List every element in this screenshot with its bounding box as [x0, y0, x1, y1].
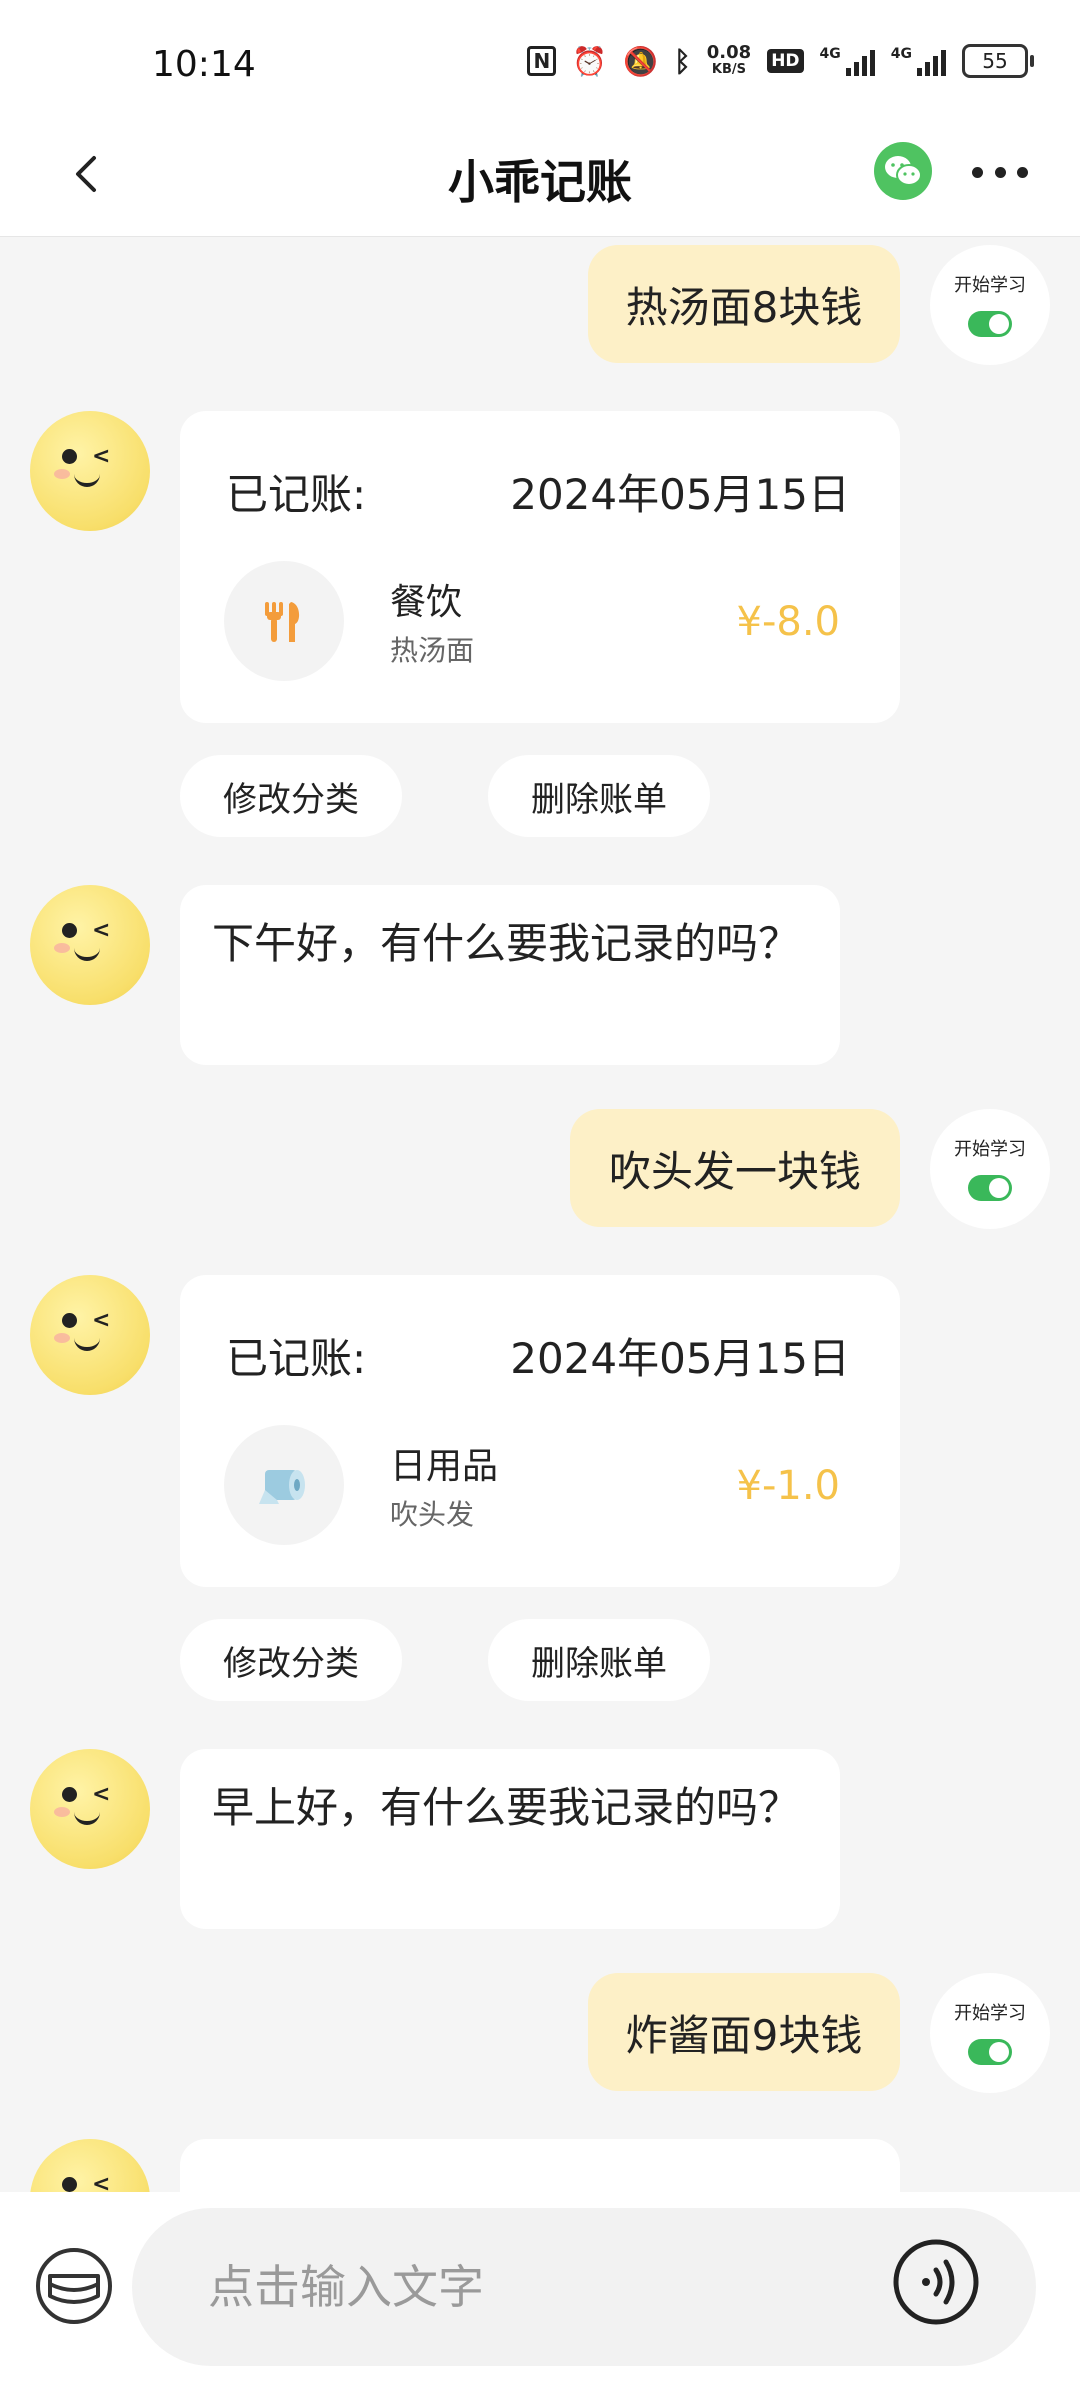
record-category: 日用品 — [390, 1446, 499, 1487]
category-icon — [224, 561, 344, 681]
wechat-icon — [885, 156, 922, 186]
start-learning-toggle[interactable]: 开始学习 — [930, 1109, 1050, 1229]
record-card[interactable]: 已记账: 2024年05月15日 日用品 吹头发 ¥-1.0 — [180, 1275, 900, 1587]
nfc-icon: N — [527, 46, 557, 76]
start-learning-toggle[interactable]: 开始学习 — [930, 245, 1050, 365]
record-card[interactable] — [180, 2139, 900, 2192]
battery-icon: 55 — [962, 44, 1034, 78]
record-amount: ¥-1.0 — [736, 1463, 841, 1509]
message-input[interactable] — [206, 2256, 890, 2318]
bot-message: 早上好，有什么要我记录的吗？ — [180, 1749, 840, 1929]
edit-category-button[interactable]: 修改分类 — [180, 755, 402, 837]
user-message[interactable]: 吹头发一块钱 — [570, 1109, 900, 1227]
record-note: 吹头发 — [390, 1498, 475, 1531]
record-card[interactable]: 已记账: 2024年05月15日 餐饮 热汤面 ¥-8.0 — [180, 411, 900, 723]
record-date: 2024年05月15日 — [510, 1334, 850, 1383]
bluetooth-icon: ᛒ — [673, 44, 691, 78]
toggle-icon — [968, 311, 1012, 337]
start-learning-toggle[interactable]: 开始学习 — [930, 1973, 1050, 2093]
status-icons: N ⏰ 🔕 ᛒ 0.08 KB/S HD 4G 4G 55 — [527, 42, 1034, 78]
net-speed: 0.08 KB/S — [706, 42, 752, 78]
message-input-container[interactable] — [132, 2208, 1036, 2366]
bot-avatar: < — [30, 885, 150, 1005]
fork-knife-icon — [265, 602, 300, 642]
user-message[interactable]: 热汤面8块钱 — [588, 245, 900, 363]
record-note: 热汤面 — [390, 634, 475, 667]
more-dots-icon[interactable] — [972, 160, 1028, 184]
bot-avatar: < — [30, 1275, 150, 1395]
status-time: 10:14 — [152, 44, 256, 85]
bot-avatar: < — [30, 411, 150, 531]
delete-bill-button[interactable]: 删除账单 — [488, 1619, 710, 1701]
bill-icon[interactable] — [34, 2246, 114, 2326]
bot-message: 下午好，有什么要我记录的吗？ — [180, 885, 840, 1065]
status-bar: 10:14 N ⏰ 🔕 ᛒ 0.08 KB/S HD 4G 4G 55 — [0, 0, 1080, 120]
bot-avatar: < — [30, 2139, 150, 2192]
toggle-icon — [968, 2039, 1012, 2065]
bottom-bar — [0, 2192, 1080, 2400]
signal-icon-2: 4G — [891, 46, 946, 76]
hd-icon: HD — [767, 49, 804, 73]
chat-area[interactable]: 热汤面8块钱 开始学习 < 已记账: 2024年05月15日 餐饮 热汤面 ¥-… — [0, 237, 1080, 2192]
delete-bill-button[interactable]: 删除账单 — [488, 755, 710, 837]
bot-avatar: < — [30, 1749, 150, 1869]
toggle-icon — [968, 1175, 1012, 1201]
category-icon — [224, 1425, 344, 1545]
record-category: 餐饮 — [390, 582, 463, 623]
tissue-roll-icon — [259, 1470, 305, 1504]
edit-category-button[interactable]: 修改分类 — [180, 1619, 402, 1701]
alarm-icon: ⏰ — [572, 44, 608, 78]
signal-icon-1: 4G — [820, 46, 875, 76]
record-date: 2024年05月15日 — [510, 470, 850, 519]
mute-icon: 🔕 — [623, 44, 658, 78]
user-message[interactable]: 炸酱面9块钱 — [588, 1973, 900, 2091]
nav-bar: 小乖记账 — [0, 120, 1080, 237]
record-amount: ¥-8.0 — [736, 599, 841, 645]
wechat-button[interactable] — [874, 142, 932, 200]
voice-icon[interactable] — [892, 2238, 980, 2326]
